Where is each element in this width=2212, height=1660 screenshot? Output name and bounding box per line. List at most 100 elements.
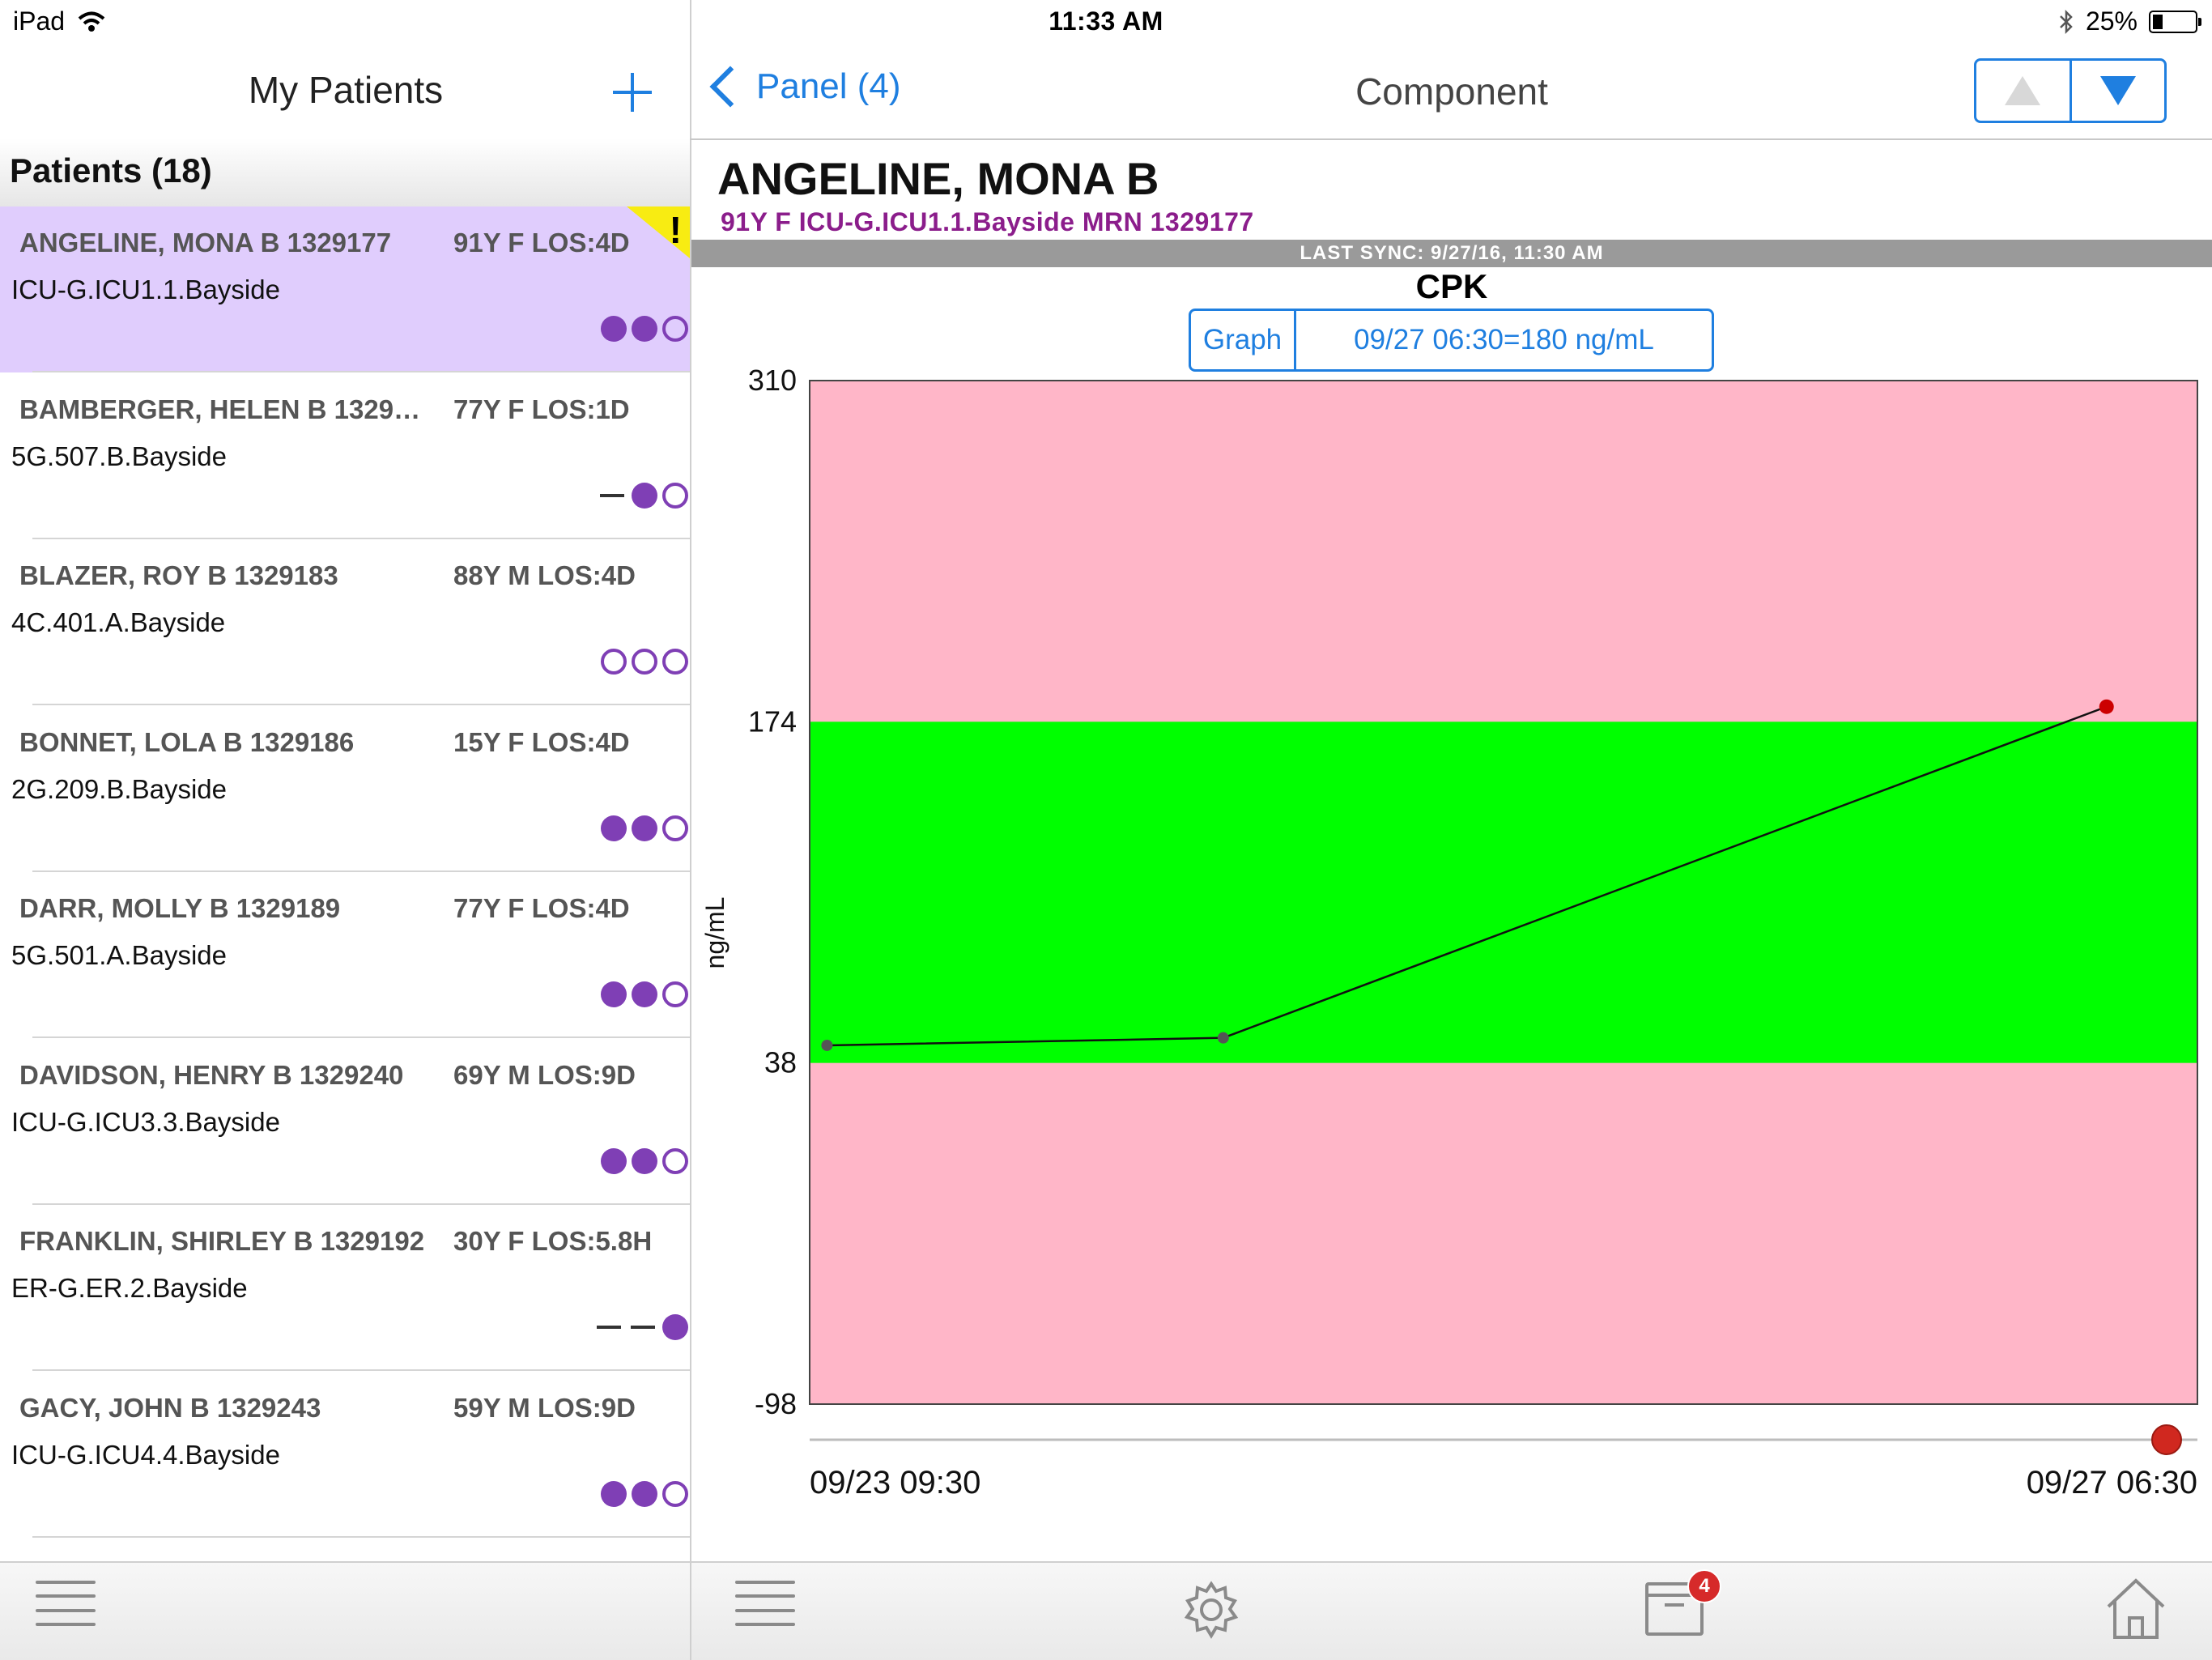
patient-row[interactable]: ANGELINE, MONA B 1329177 91Y F LOS:4D ICU-… [0, 206, 690, 372]
status-filled-circle-icon [662, 1314, 688, 1340]
patient-name: ANGELINE, MONA B [717, 153, 1159, 204]
patient-row[interactable]: DAVIDSON, HENRY B 1329240 69Y M LOS:9D ICU… [0, 1039, 690, 1205]
battery-icon [2149, 10, 2201, 33]
patient-status-indicators [601, 316, 688, 342]
patient-row-name: DAVIDSON, HENRY B 1329240 [19, 1059, 404, 1090]
status-filled-circle-icon [632, 1480, 657, 1507]
status-filled-circle-icon [632, 316, 657, 342]
chevron-left-icon[interactable] [709, 66, 751, 108]
status-dash-icon [600, 493, 624, 497]
patient-row-location: ICU-G.ICU3.3.Bayside [11, 1106, 280, 1137]
patient-row-demographics: 30Y F LOS:5.8H [453, 1226, 653, 1256]
patient-row[interactable]: BAMBERGER, HELEN B 1329… 77Y F LOS:1D 5G.5… [0, 373, 690, 539]
arrow-down-icon [2099, 76, 2136, 105]
patient-row-name: DARR, MOLLY B 1329189 [19, 893, 341, 923]
patient-status-indicators [598, 482, 688, 509]
y-axis-label: ng/mL [700, 897, 730, 969]
status-open-circle-icon [662, 482, 688, 509]
right-menu-icon[interactable] [735, 1581, 795, 1626]
latest-data-point [2099, 699, 2114, 714]
back-label[interactable]: Panel (4) [756, 66, 901, 107]
status-filled-circle-icon [632, 1147, 657, 1174]
battery-percent: 25% [2085, 6, 2138, 36]
patient-status-indicators [601, 1147, 688, 1174]
status-filled-circle-icon [601, 1147, 627, 1174]
status-open-circle-icon [662, 1480, 688, 1507]
normal-range-band [810, 721, 2197, 1063]
left-menu-icon[interactable] [36, 1581, 96, 1626]
component-title: CPK [1415, 267, 1488, 305]
status-filled-circle-icon [632, 815, 657, 841]
status-open-circle-icon [662, 981, 688, 1007]
patient-row-location: ER-G.ER.2.Bayside [11, 1273, 248, 1303]
toolbar-divider [690, 1563, 691, 1660]
status-dash-icon [597, 1326, 621, 1329]
row-divider [32, 1535, 690, 1538]
patient-row-name: BONNET, LOLA B 1329186 [19, 726, 355, 757]
patient-row-location: 2G.209.B.Bayside [11, 773, 227, 804]
previous-button[interactable] [1976, 61, 2069, 121]
patient-row-demographics: 77Y F LOS:1D [453, 394, 630, 424]
y-tick-label: -98 [755, 1387, 797, 1420]
status-open-circle-icon [662, 316, 688, 342]
cpk-chart: 310 174 38 -98 ng/mL 09/23 09:30 09/27 06:30 [700, 364, 2198, 1500]
y-tick-label: 38 [764, 1046, 797, 1079]
patient-row-name: BLAZER, ROY B 1329183 [19, 560, 338, 590]
patient-row-name: GACY, JOHN B 1329243 [19, 1392, 321, 1423]
arrow-up-icon [2005, 76, 2041, 105]
patient-row-location: ICU-G.ICU4.4.Bayside [11, 1439, 280, 1470]
y-tick-label: 310 [748, 364, 797, 397]
status-open-circle-icon [601, 649, 627, 675]
patient-row-name: ANGELINE, MONA B 1329177 [19, 228, 392, 258]
patient-row-demographics: 69Y M LOS:9D [453, 1059, 636, 1090]
bottom-toolbar: 4 [0, 1561, 2212, 1660]
data-point [821, 1039, 833, 1051]
x-end-label: 09/27 06:30 [2027, 1465, 2197, 1500]
patient-row[interactable]: GACY, JOHN B 1329243 59Y M LOS:9D ICU-G.IC… [0, 1372, 690, 1538]
patient-status-indicators [601, 815, 688, 841]
status-open-circle-icon [662, 1147, 688, 1174]
patient-row-demographics: 59Y M LOS:9D [453, 1392, 636, 1423]
patient-row-demographics: 15Y F LOS:4D [453, 726, 630, 757]
patient-row-demographics: 88Y M LOS:4D [453, 560, 636, 590]
last-sync-bar: LAST SYNC: 9/27/16, 11:30 AM [691, 240, 2212, 267]
back-button[interactable]: Panel (4) [709, 66, 901, 108]
status-open-circle-icon [632, 649, 657, 675]
patient-status-indicators [601, 981, 688, 1007]
home-icon[interactable] [2105, 1576, 2167, 1641]
patient-row-location: 5G.501.A.Bayside [11, 940, 227, 970]
patient-status-indicators [601, 649, 688, 675]
patient-subtitle: 91Y F ICU-G.ICU1.1.Bayside MRN 1329177 [721, 207, 1254, 236]
inbox-button[interactable]: 4 [1644, 1569, 1721, 1641]
left-nav-title: My Patients [248, 69, 444, 111]
patient-row[interactable]: BONNET, LOLA B 1329186 15Y F LOS:4D 2G.209… [0, 706, 690, 872]
patients-section-header: Patients (18) [0, 138, 690, 207]
status-right: 25% [2058, 6, 2201, 36]
time-slider-handle [2151, 1424, 2182, 1455]
status-filled-circle-icon [632, 981, 657, 1007]
patient-status-indicators [594, 1314, 688, 1340]
patient-row[interactable]: DARR, MOLLY B 1329189 77Y F LOS:4D 5G.501.… [0, 872, 690, 1038]
status-filled-circle-icon [601, 1480, 627, 1507]
status-open-circle-icon [662, 649, 688, 675]
patients-count: Patients (18) [10, 151, 212, 189]
status-filled-circle-icon [601, 981, 627, 1007]
bluetooth-icon [2060, 9, 2073, 34]
patient-row-demographics: 91Y F LOS:4D [453, 228, 630, 258]
prev-next-control [1974, 58, 2167, 123]
patient-row-name: FRANKLIN, SHIRLEY B 1329192 [19, 1226, 425, 1256]
add-patient-button[interactable] [611, 60, 653, 123]
status-open-circle-icon [662, 815, 688, 841]
settings-gear-icon[interactable] [1180, 1579, 1242, 1641]
status-dash-icon [631, 1326, 655, 1329]
right-nav-bar: Panel (4) Component [691, 45, 2212, 140]
patient-row-location: 4C.401.A.Bayside [11, 607, 226, 637]
patient-row[interactable]: FRANKLIN, SHIRLEY B 1329192 30Y F LOS:5.8… [0, 1205, 690, 1371]
next-button[interactable] [2069, 61, 2165, 121]
patient-row-location: 5G.507.B.Bayside [11, 441, 227, 471]
y-tick-label: 174 [748, 704, 797, 738]
patient-row[interactable]: BLAZER, ROY B 1329183 88Y M LOS:4D 4C.401.… [0, 539, 690, 705]
inbox-badge: 4 [1687, 1569, 1721, 1603]
plus-icon[interactable] [611, 71, 653, 113]
status-filled-circle-icon [632, 482, 657, 509]
